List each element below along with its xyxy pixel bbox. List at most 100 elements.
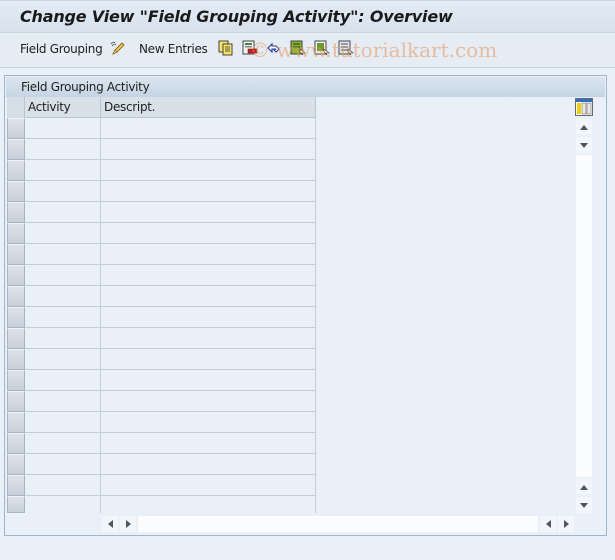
table-row <box>6 139 316 160</box>
row-selector-button[interactable] <box>7 265 25 286</box>
column-configuration-icon[interactable] <box>575 98 593 116</box>
display-change-icon[interactable] <box>110 40 126 56</box>
column-header-activity[interactable]: Activity <box>25 97 101 118</box>
row-selector-button[interactable] <box>7 475 25 496</box>
activity-cell[interactable] <box>25 370 101 391</box>
row-selector-button[interactable] <box>7 181 25 202</box>
arrow-down-icon <box>580 142 588 148</box>
description-cell[interactable] <box>101 202 316 223</box>
table-row <box>6 391 316 412</box>
activity-cell[interactable] <box>25 496 101 513</box>
row-selector-button[interactable] <box>7 286 25 307</box>
activity-cell[interactable] <box>25 202 101 223</box>
new-entries-button[interactable]: New Entries <box>139 42 208 59</box>
description-cell[interactable] <box>101 370 316 391</box>
scroll-left-end-button[interactable] <box>540 516 556 532</box>
table-row <box>6 265 316 286</box>
activity-cell[interactable] <box>25 244 101 265</box>
activity-cell[interactable] <box>25 454 101 475</box>
table-row <box>6 244 316 265</box>
arrow-down-icon <box>580 502 588 508</box>
deselect-all-icon[interactable] <box>338 40 354 56</box>
table-row <box>6 433 316 454</box>
row-selector-button[interactable] <box>7 202 25 223</box>
scroll-down-button[interactable] <box>576 497 592 513</box>
row-selector-button[interactable] <box>7 454 25 475</box>
select-all-rows-button[interactable] <box>7 97 25 118</box>
copy-icon[interactable] <box>218 40 234 56</box>
scroll-right-end-button[interactable] <box>558 516 574 532</box>
row-selector-button[interactable] <box>7 139 25 160</box>
activity-cell[interactable] <box>25 433 101 454</box>
row-selector-button[interactable] <box>7 412 25 433</box>
description-cell[interactable] <box>101 391 316 412</box>
description-cell[interactable] <box>101 475 316 496</box>
description-cell[interactable] <box>101 160 316 181</box>
arrow-up-icon <box>580 484 588 490</box>
row-selector-button[interactable] <box>7 328 25 349</box>
description-cell[interactable] <box>101 118 316 139</box>
select-block-icon[interactable] <box>314 40 330 56</box>
row-selector-button[interactable] <box>7 433 25 454</box>
horizontal-scrollbar-track[interactable] <box>138 516 538 532</box>
activity-cell[interactable] <box>25 412 101 433</box>
activity-cell[interactable] <box>25 391 101 412</box>
delete-icon[interactable] <box>242 40 258 56</box>
scroll-left-button[interactable] <box>102 516 118 532</box>
scroll-up-button-top[interactable] <box>576 119 592 135</box>
page-title: Change View "Field Grouping Activity": O… <box>20 7 453 26</box>
activity-cell[interactable] <box>25 307 101 328</box>
panel-title: Field Grouping Activity <box>21 80 150 94</box>
column-header-description[interactable]: Descript. <box>101 97 316 118</box>
activity-cell[interactable] <box>25 265 101 286</box>
activity-cell[interactable] <box>25 286 101 307</box>
scroll-up-button[interactable] <box>576 479 592 495</box>
description-cell[interactable] <box>101 181 316 202</box>
table-row <box>6 223 316 244</box>
scroll-right-button[interactable] <box>120 516 136 532</box>
row-selector-button[interactable] <box>7 349 25 370</box>
description-cell[interactable] <box>101 286 316 307</box>
activity-cell[interactable] <box>25 475 101 496</box>
activity-cell[interactable] <box>25 223 101 244</box>
row-selector-button[interactable] <box>7 223 25 244</box>
description-cell[interactable] <box>101 307 316 328</box>
activity-cell[interactable] <box>25 349 101 370</box>
row-selector-button[interactable] <box>7 496 25 513</box>
description-cell[interactable] <box>101 223 316 244</box>
activity-cell[interactable] <box>25 328 101 349</box>
row-selector-button[interactable] <box>7 370 25 391</box>
description-cell[interactable] <box>101 139 316 160</box>
panel-header: Field Grouping Activity <box>6 77 605 97</box>
arrow-left-icon <box>107 520 113 528</box>
activity-cell[interactable] <box>25 139 101 160</box>
table-row <box>6 202 316 223</box>
undo-change-icon[interactable] <box>266 40 282 56</box>
row-selector-button[interactable] <box>7 118 25 139</box>
row-selector-button[interactable] <box>7 244 25 265</box>
select-all-icon[interactable] <box>290 40 306 56</box>
activity-cell[interactable] <box>25 118 101 139</box>
description-cell[interactable] <box>101 412 316 433</box>
row-selector-button[interactable] <box>7 160 25 181</box>
table-row <box>6 412 316 433</box>
row-selector-button[interactable] <box>7 307 25 328</box>
scroll-down-button-top[interactable] <box>576 137 592 153</box>
activity-cell[interactable] <box>25 160 101 181</box>
description-cell[interactable] <box>101 349 316 370</box>
description-cell[interactable] <box>101 265 316 286</box>
table-row <box>6 160 316 181</box>
description-cell[interactable] <box>101 244 316 265</box>
title-bar: Change View "Field Grouping Activity": O… <box>0 0 615 33</box>
arrow-right-icon <box>125 520 131 528</box>
activity-cell[interactable] <box>25 181 101 202</box>
row-selector-button[interactable] <box>7 391 25 412</box>
description-cell[interactable] <box>101 433 316 454</box>
table-row <box>6 307 316 328</box>
description-cell[interactable] <box>101 496 316 513</box>
description-cell[interactable] <box>101 328 316 349</box>
table-row <box>6 286 316 307</box>
vertical-scrollbar-track[interactable] <box>576 155 592 477</box>
description-cell[interactable] <box>101 454 316 475</box>
field-grouping-button[interactable]: Field Grouping <box>20 42 103 59</box>
